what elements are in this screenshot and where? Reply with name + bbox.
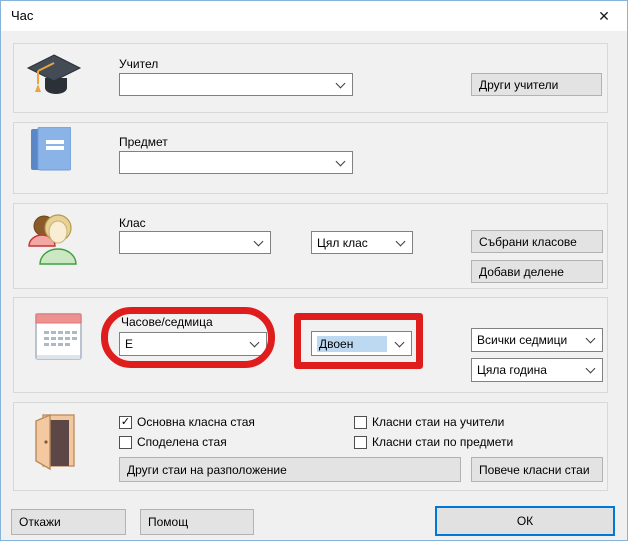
cancel-button-label: Откажи (19, 515, 61, 529)
ok-button-label: ОК (517, 514, 533, 528)
chevron-down-icon (337, 80, 344, 87)
more-rooms-button-label: Повече класни стаи (479, 463, 590, 477)
weeks-select[interactable]: Всички седмици (471, 328, 603, 352)
lessons-per-week-label: Часове/седмица (121, 315, 213, 329)
class-select[interactable] (119, 231, 271, 254)
chevron-down-icon (587, 335, 594, 342)
other-teachers-button-label: Други учители (479, 78, 558, 92)
terms-select[interactable]: Цяла година (471, 358, 603, 382)
other-teachers-button[interactable]: Други учители (471, 73, 602, 96)
checkbox-box: ✓ (119, 416, 132, 429)
class-people-icon (27, 212, 81, 265)
teacher-select[interactable] (119, 73, 353, 96)
available-rooms-button[interactable]: Други стаи на разположение (119, 457, 461, 482)
chevron-down-icon (337, 158, 344, 165)
shared-room-checkbox[interactable]: ✓ Споделена стая (119, 435, 227, 449)
shared-room-checkbox-label: Споделена стая (137, 435, 227, 449)
chevron-down-icon (251, 339, 258, 346)
whole-class-select[interactable]: Цял клас (311, 231, 413, 254)
chevron-down-icon (587, 365, 594, 372)
ok-button[interactable]: ОК (435, 506, 615, 536)
joint-classes-button-label: Събрани класове (479, 235, 577, 249)
chevron-down-icon (396, 339, 403, 346)
subject-select[interactable] (119, 151, 353, 174)
cancel-button[interactable]: Откажи (11, 509, 126, 535)
lesson-dialog: Час ✕ (0, 0, 628, 541)
door-icon (31, 413, 77, 471)
close-icon[interactable]: ✕ (581, 1, 627, 31)
lessons-per-week-select[interactable]: Е (119, 332, 267, 356)
teacher-label: Учител (119, 57, 158, 71)
chevron-down-icon (397, 238, 404, 245)
teachers-classrooms-checkbox-label: Класни стаи на учители (372, 415, 504, 429)
checkbox-box: ✓ (354, 436, 367, 449)
subjects-classrooms-checkbox[interactable]: ✓ Класни стаи по предмети (354, 435, 513, 449)
title-bar: Час ✕ (1, 1, 627, 31)
check-icon: ✓ (121, 417, 130, 428)
more-rooms-button[interactable]: Повече класни стаи (471, 457, 603, 482)
lessons-per-week-select-value: Е (125, 337, 133, 351)
subjects-classrooms-checkbox-label: Класни стаи по предмети (372, 435, 513, 449)
checkbox-box: ✓ (119, 436, 132, 449)
available-rooms-button-label: Други стаи на разположение (127, 463, 287, 477)
home-classroom-checkbox-label: Основна класна стая (137, 415, 255, 429)
checkbox-box: ✓ (354, 416, 367, 429)
book-icon (31, 127, 71, 172)
joint-classes-button[interactable]: Събрани класове (471, 230, 603, 253)
home-classroom-checkbox[interactable]: ✓ Основна класна стая (119, 415, 255, 429)
class-label: Клас (119, 216, 146, 230)
add-division-button[interactable]: Добави делене (471, 260, 603, 283)
calendar-icon (35, 312, 83, 362)
terms-select-value: Цяла година (477, 363, 547, 377)
help-button-label: Помощ (148, 515, 188, 529)
whole-class-select-value: Цял клас (317, 236, 368, 250)
dialog-title: Час (11, 1, 33, 31)
duration-select[interactable]: Двоен (311, 331, 412, 356)
teachers-classrooms-checkbox[interactable]: ✓ Класни стаи на учители (354, 415, 504, 429)
chevron-down-icon (255, 238, 262, 245)
graduation-cap-icon (25, 48, 83, 106)
subject-label: Предмет (119, 135, 168, 149)
weeks-select-value: Всички седмици (477, 333, 567, 347)
help-button[interactable]: Помощ (140, 509, 254, 535)
duration-select-value: Двоен (317, 336, 387, 352)
add-division-button-label: Добави делене (479, 265, 564, 279)
